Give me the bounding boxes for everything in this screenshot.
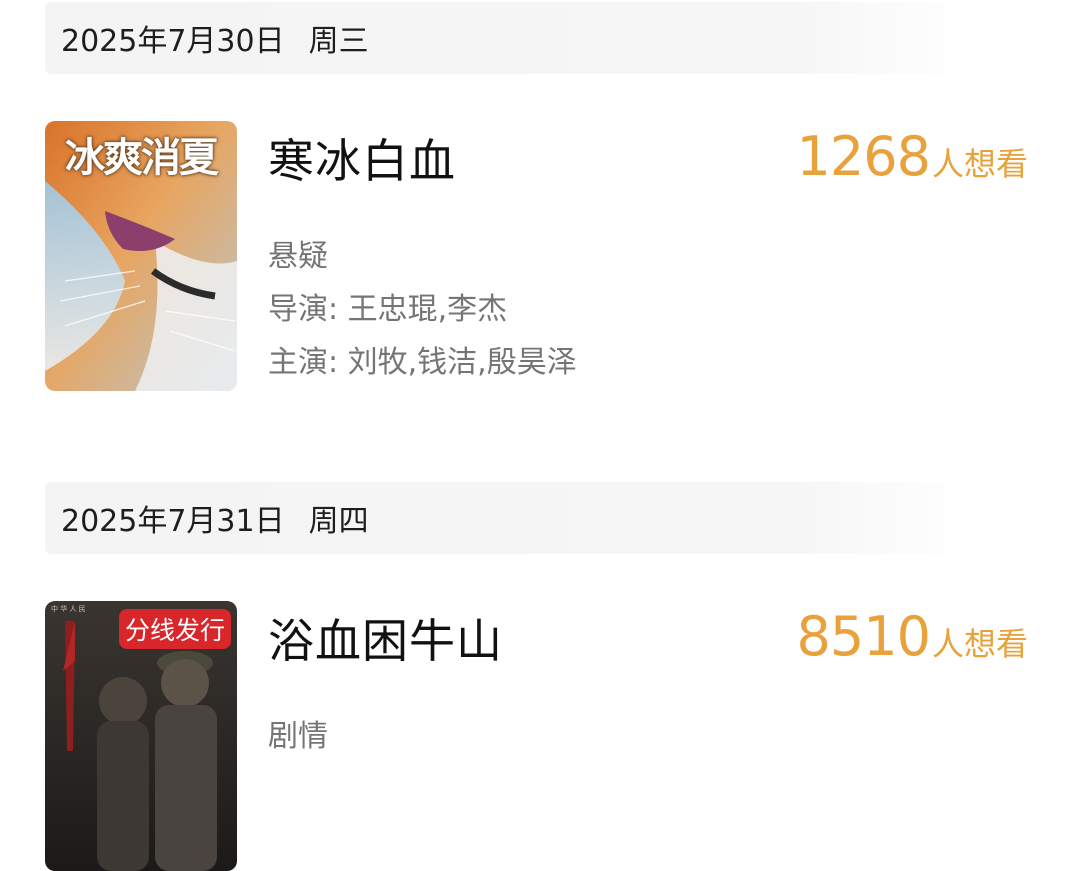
movie-poster[interactable]: 中 华 人 民 分线发行 xyxy=(45,601,237,871)
date-label: 2025年7月31日 xyxy=(61,504,285,539)
distribution-badge: 分线发行 xyxy=(118,609,231,649)
date-header: 2025年7月30日 周三 xyxy=(45,2,975,74)
want-count: 8510 xyxy=(796,605,931,668)
movie-genre: 悬疑 xyxy=(268,239,328,274)
movie-title[interactable]: 寒冰白血 xyxy=(268,125,456,191)
want-suffix: 人想看 xyxy=(931,625,1028,663)
want-suffix: 人想看 xyxy=(931,145,1028,183)
weekday-label: 周三 xyxy=(308,24,369,59)
want-count: 1268 xyxy=(796,125,931,188)
movie-director: 导演: 王忠琨,李杰 xyxy=(268,292,508,327)
movie-cast: 主演: 刘牧,钱洁,殷昊泽 xyxy=(268,345,577,380)
want-to-see: 8510 人想看 xyxy=(797,605,1028,668)
movie-title[interactable]: 浴血困牛山 xyxy=(268,605,503,671)
weekday-label: 周四 xyxy=(308,504,369,539)
date-label: 2025年7月30日 xyxy=(61,24,285,59)
svg-text:中 华 人 民: 中 华 人 民 xyxy=(51,604,86,613)
poster-overlay-text: 冰爽消夏 xyxy=(65,134,219,181)
want-to-see: 1268 人想看 xyxy=(797,125,1028,188)
movie-genre: 剧情 xyxy=(268,719,328,754)
date-header: 2025年7月31日 周四 xyxy=(45,482,975,554)
movie-poster[interactable]: 冰爽消夏 xyxy=(45,121,237,391)
